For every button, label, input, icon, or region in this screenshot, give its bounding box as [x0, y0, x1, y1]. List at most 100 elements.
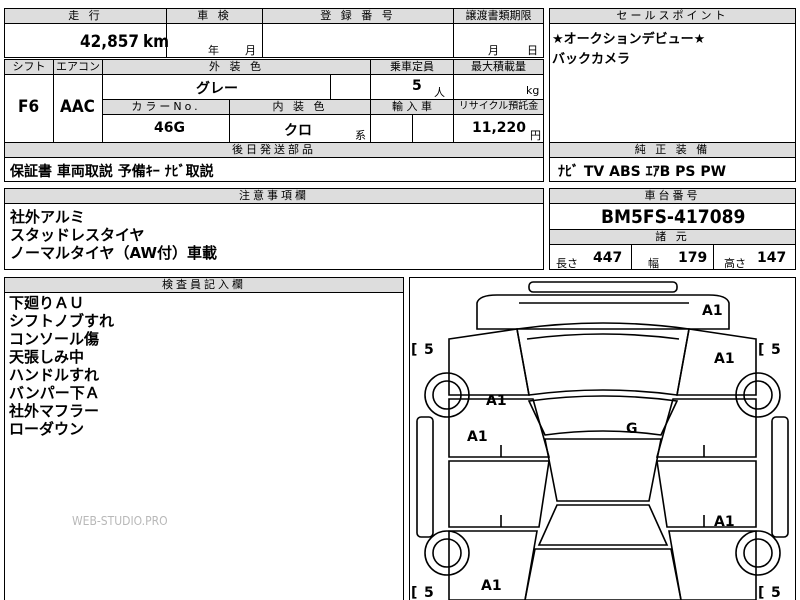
sales-point-header: セールスポイント [549, 8, 796, 24]
recycle-header: リサイクル預託金 [453, 99, 544, 115]
left-rear-door [448, 460, 550, 528]
left-front-fender [448, 328, 530, 396]
watermark: WEB-STUDIO.PRO [72, 514, 168, 528]
tyre-fr-value: 5 [771, 342, 781, 358]
tyre-fl-bracket: [ [411, 342, 417, 358]
spec-height-value: 147 [757, 250, 787, 266]
notes-line: ノーマルタイヤ（AW付）車載 [10, 244, 218, 262]
front-bumper-strip [528, 281, 678, 293]
aircon-header: エアコン [53, 59, 103, 75]
front-bumper [476, 294, 730, 330]
recycle-unit: 円 [530, 129, 541, 142]
capacity-unit: 人 [434, 86, 445, 99]
specs-header: 諸 元 [549, 229, 796, 245]
recycle-value: 11,220 [472, 120, 527, 136]
inspection-month: 月 [245, 44, 256, 57]
inspector-lines: 下廻りＡＵ シフトノブすれ コンソール傷 天張しみ中 ハンドルすれ バンパー下Ａ… [9, 294, 114, 438]
mileage-header: 走 行 [4, 8, 167, 24]
exterior-value: グレー [196, 81, 238, 97]
left-skirt [416, 416, 434, 538]
exterior-cell-right [330, 74, 371, 100]
inspector-line: コンソール傷 [9, 330, 100, 348]
notes-header: 注意事項欄 [4, 188, 544, 204]
inspector-line: バンパー下Ａ [9, 384, 100, 402]
mileage-value: 42,857 [80, 32, 140, 52]
inspection-header: 車 検 [166, 8, 263, 24]
spec-length-value: 447 [593, 250, 623, 266]
import-header: 輸 入 車 [370, 99, 454, 115]
inspector-line: 社外マフラー [9, 402, 100, 420]
load-unit: kg [526, 84, 540, 97]
spec-height-label: 高さ [724, 257, 746, 270]
equipment-value: ﾅﾋﾞ TV ABS ｴｱB PS PW [558, 164, 727, 180]
inspection-year: 年 [208, 44, 219, 57]
notes-line: スタッドレスタイヤ [10, 226, 145, 244]
tyre-rear-right [735, 530, 781, 576]
capacity-header: 乗車定員 [370, 59, 454, 75]
shift-value: F6 [18, 97, 40, 117]
chassis-value: BM5FS-417089 [601, 206, 746, 228]
later-parts-header: 後日発送部品 [4, 142, 544, 158]
rear-window [537, 504, 669, 546]
registration-header: 登 録 番 号 [262, 8, 454, 24]
spec-width-label: 幅 [648, 257, 659, 270]
shift-header: シフト [4, 59, 54, 75]
equipment-header: 純 正 装 備 [549, 142, 796, 158]
load-header: 最大積載量 [453, 59, 544, 75]
import-cell-b [412, 114, 454, 143]
interior-value: クロ [284, 123, 312, 139]
transfer-month: 月 [488, 44, 499, 57]
tyre-rl-bracket: [ [411, 585, 417, 600]
transfer-day: 日 [527, 44, 538, 57]
mark-front-left-fender: A1 [486, 393, 507, 409]
trunk [524, 548, 682, 600]
aircon-value: AAC [60, 97, 95, 117]
notes-line: 社外アルミ [10, 208, 85, 226]
later-parts-value: 保証書 車両取説 予備ｷｰ ﾅﾋﾞ取説 [10, 164, 214, 180]
inspector-line: ローダウン [9, 420, 85, 438]
sales-point-lines: ★オークションデビュー★ バックカメラ [552, 31, 705, 69]
tyre-rear-left [424, 530, 470, 576]
registration-cell [262, 23, 454, 58]
mark-front-bumper: A1 [702, 303, 723, 319]
inspector-line: ハンドルすれ [9, 366, 100, 384]
hood-inner [526, 333, 680, 340]
inspector-line: 天張しみ中 [9, 348, 85, 366]
inspector-line: シフトノブすれ [9, 312, 115, 330]
chassis-header: 車台番号 [549, 188, 796, 204]
spec-length-label: 長さ [556, 257, 578, 270]
windshield [527, 395, 679, 436]
import-cell-a [370, 114, 413, 143]
sales-point-box [549, 8, 796, 144]
spec-width-value: 179 [678, 250, 708, 266]
mark-left-front-door: A1 [467, 429, 488, 445]
right-skirt [771, 416, 789, 538]
right-rear-door [656, 460, 757, 528]
mark-right-rear-door: A1 [714, 514, 735, 530]
mark-rear-left: A1 [481, 578, 502, 594]
roof [544, 438, 662, 502]
car-diagram: A1 A1 A1 A1 G A1 A1 [ 5 [ 5 [ 5 [ 5 [411, 281, 789, 600]
tyre-fr-bracket: [ [758, 342, 764, 358]
inspector-line: 下廻りＡＵ [9, 294, 85, 312]
color-no-value: 46G [154, 120, 185, 136]
sales-point-line: ★オークションデビュー★ [552, 32, 706, 47]
interior-header: 内 装 色 [229, 99, 371, 115]
sales-point-line: バックカメラ [552, 52, 631, 67]
tyre-fl-value: 5 [424, 342, 434, 358]
transfer-header: 譲渡書類期限 [453, 8, 544, 24]
color-no-header: カラーNo. [102, 99, 230, 115]
capacity-value: 5 [412, 78, 422, 94]
tyre-rr-bracket: [ [758, 585, 764, 600]
mark-roof: G [626, 421, 638, 437]
tyre-rear-right-hub [743, 538, 773, 568]
mark-front-right-fender: A1 [714, 351, 735, 367]
tyre-rear-left-hub [432, 538, 462, 568]
notes-lines: 社外アルミ スタッドレスタイヤ ノーマルタイヤ（AW付）車載 [10, 208, 217, 262]
exterior-header: 外 装 色 [102, 59, 371, 75]
right-front-door [655, 398, 757, 458]
interior-unit: 系 [355, 129, 366, 142]
inspector-header: 検査員記入欄 [4, 277, 404, 293]
tyre-rr-value: 5 [771, 585, 781, 600]
right-rear-fender [668, 530, 757, 600]
